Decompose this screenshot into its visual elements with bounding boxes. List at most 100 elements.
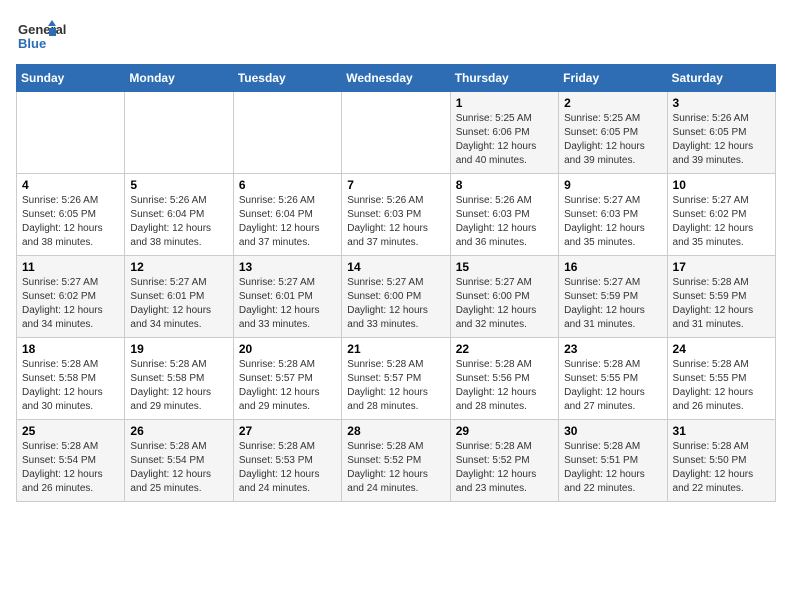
- calendar-cell: 19 Sunrise: 5:28 AMSunset: 5:58 PMDayligh…: [125, 338, 233, 420]
- weekday-header-sunday: Sunday: [17, 65, 125, 92]
- calendar-cell: 31Sunrise: 5:28 AMSunset: 5:50 PMDayligh…: [667, 420, 775, 502]
- calendar-cell: 16 Sunrise: 5:27 AMSunset: 5:59 PMDayligh…: [559, 256, 667, 338]
- day-info: Sunrise: 5:27 AMSunset: 6:01 PMDaylight:…: [239, 276, 336, 332]
- weekday-header-monday: Monday: [125, 65, 233, 92]
- day-info: Sunrise: 5:26 AMSunset: 6:03 PMDaylight:…: [347, 194, 444, 250]
- day-number: 24: [673, 342, 770, 356]
- day-number: 2: [564, 96, 661, 110]
- day-info: Sunrise: 5:26 AMSunset: 6:05 PMDaylight:…: [22, 194, 119, 250]
- day-number: 5: [130, 178, 227, 192]
- day-number: 9: [564, 178, 661, 192]
- weekday-header-friday: Friday: [559, 65, 667, 92]
- day-info: Sunrise: 5:28 AMSunset: 5:57 PMDaylight:…: [239, 358, 336, 414]
- svg-text:General: General: [18, 22, 66, 37]
- calendar-week-2: 4Sunrise: 5:26 AMSunset: 6:05 PMDaylight…: [17, 174, 776, 256]
- header: General Blue: [16, 16, 776, 56]
- calendar-cell: 8 Sunrise: 5:26 AMSunset: 6:03 PMDaylight…: [450, 174, 558, 256]
- calendar-cell: 27 Sunrise: 5:28 AMSunset: 5:53 PMDayligh…: [233, 420, 341, 502]
- calendar-cell: 14 Sunrise: 5:27 AMSunset: 6:00 PMDayligh…: [342, 256, 450, 338]
- day-info: Sunrise: 5:27 AMSunset: 5:59 PMDaylight:…: [564, 276, 661, 332]
- calendar-cell: 24 Sunrise: 5:28 AMSunset: 5:55 PMDayligh…: [667, 338, 775, 420]
- day-info: Sunrise: 5:27 AMSunset: 6:00 PMDaylight:…: [456, 276, 553, 332]
- day-number: 3: [673, 96, 770, 110]
- day-number: 6: [239, 178, 336, 192]
- day-number: 10: [673, 178, 770, 192]
- day-info: Sunrise: 5:28 AMSunset: 5:51 PMDaylight:…: [564, 440, 661, 496]
- day-info: Sunrise: 5:28 AMSunset: 5:57 PMDaylight:…: [347, 358, 444, 414]
- logo-icon: General Blue: [16, 16, 96, 56]
- calendar-cell: 21Sunrise: 5:28 AMSunset: 5:57 PMDayligh…: [342, 338, 450, 420]
- day-number: 23: [564, 342, 661, 356]
- day-number: 26: [130, 424, 227, 438]
- calendar-cell: [125, 92, 233, 174]
- day-info: Sunrise: 5:26 AMSunset: 6:03 PMDaylight:…: [456, 194, 553, 250]
- weekday-header-wednesday: Wednesday: [342, 65, 450, 92]
- calendar-cell: 20 Sunrise: 5:28 AMSunset: 5:57 PMDayligh…: [233, 338, 341, 420]
- calendar-cell: [342, 92, 450, 174]
- calendar-cell: 26 Sunrise: 5:28 AMSunset: 5:54 PMDayligh…: [125, 420, 233, 502]
- calendar-cell: 10 Sunrise: 5:27 AMSunset: 6:02 PMDayligh…: [667, 174, 775, 256]
- calendar-week-5: 25 Sunrise: 5:28 AMSunset: 5:54 PMDayligh…: [17, 420, 776, 502]
- day-number: 18: [22, 342, 119, 356]
- calendar-cell: 29 Sunrise: 5:28 AMSunset: 5:52 PMDayligh…: [450, 420, 558, 502]
- day-number: 27: [239, 424, 336, 438]
- calendar-cell: 5Sunrise: 5:26 AMSunset: 6:04 PMDaylight…: [125, 174, 233, 256]
- day-info: Sunrise: 5:28 AMSunset: 5:53 PMDaylight:…: [239, 440, 336, 496]
- weekday-header-tuesday: Tuesday: [233, 65, 341, 92]
- weekday-header-row: SundayMondayTuesdayWednesdayThursdayFrid…: [17, 65, 776, 92]
- weekday-header-saturday: Saturday: [667, 65, 775, 92]
- calendar-cell: 13 Sunrise: 5:27 AMSunset: 6:01 PMDayligh…: [233, 256, 341, 338]
- day-info: Sunrise: 5:27 AMSunset: 6:02 PMDaylight:…: [673, 194, 770, 250]
- day-info: Sunrise: 5:25 AMSunset: 6:05 PMDaylight:…: [564, 112, 661, 168]
- calendar-cell: 9 Sunrise: 5:27 AMSunset: 6:03 PMDaylight…: [559, 174, 667, 256]
- calendar-cell: 18 Sunrise: 5:28 AMSunset: 5:58 PMDayligh…: [17, 338, 125, 420]
- day-number: 22: [456, 342, 553, 356]
- calendar-week-4: 18 Sunrise: 5:28 AMSunset: 5:58 PMDayligh…: [17, 338, 776, 420]
- day-info: Sunrise: 5:28 AMSunset: 5:52 PMDaylight:…: [456, 440, 553, 496]
- day-number: 13: [239, 260, 336, 274]
- day-info: Sunrise: 5:26 AMSunset: 6:04 PMDaylight:…: [239, 194, 336, 250]
- calendar-cell: 7 Sunrise: 5:26 AMSunset: 6:03 PMDaylight…: [342, 174, 450, 256]
- calendar-cell: 30 Sunrise: 5:28 AMSunset: 5:51 PMDayligh…: [559, 420, 667, 502]
- calendar-cell: 25 Sunrise: 5:28 AMSunset: 5:54 PMDayligh…: [17, 420, 125, 502]
- day-number: 31: [673, 424, 770, 438]
- day-info: Sunrise: 5:27 AMSunset: 6:00 PMDaylight:…: [347, 276, 444, 332]
- day-info: Sunrise: 5:28 AMSunset: 5:54 PMDaylight:…: [22, 440, 119, 496]
- day-info: Sunrise: 5:28 AMSunset: 5:59 PMDaylight:…: [673, 276, 770, 332]
- day-info: Sunrise: 5:28 AMSunset: 5:54 PMDaylight:…: [130, 440, 227, 496]
- day-info: Sunrise: 5:27 AMSunset: 6:03 PMDaylight:…: [564, 194, 661, 250]
- day-info: Sunrise: 5:28 AMSunset: 5:58 PMDaylight:…: [22, 358, 119, 414]
- day-number: 29: [456, 424, 553, 438]
- day-number: 1: [456, 96, 553, 110]
- day-number: 17: [673, 260, 770, 274]
- calendar-week-1: 1 Sunrise: 5:25 AMSunset: 6:06 PMDaylight…: [17, 92, 776, 174]
- day-number: 25: [22, 424, 119, 438]
- day-info: Sunrise: 5:28 AMSunset: 5:58 PMDaylight:…: [130, 358, 227, 414]
- day-number: 30: [564, 424, 661, 438]
- day-info: Sunrise: 5:25 AMSunset: 6:06 PMDaylight:…: [456, 112, 553, 168]
- calendar-cell: 15 Sunrise: 5:27 AMSunset: 6:00 PMDayligh…: [450, 256, 558, 338]
- day-info: Sunrise: 5:27 AMSunset: 6:02 PMDaylight:…: [22, 276, 119, 332]
- calendar-cell: 12Sunrise: 5:27 AMSunset: 6:01 PMDayligh…: [125, 256, 233, 338]
- calendar-cell: 1 Sunrise: 5:25 AMSunset: 6:06 PMDaylight…: [450, 92, 558, 174]
- day-number: 15: [456, 260, 553, 274]
- day-number: 11: [22, 260, 119, 274]
- day-number: 28: [347, 424, 444, 438]
- calendar-cell: [233, 92, 341, 174]
- day-number: 20: [239, 342, 336, 356]
- day-info: Sunrise: 5:28 AMSunset: 5:52 PMDaylight:…: [347, 440, 444, 496]
- day-number: 7: [347, 178, 444, 192]
- svg-text:Blue: Blue: [18, 36, 46, 51]
- day-info: Sunrise: 5:26 AMSunset: 6:05 PMDaylight:…: [673, 112, 770, 168]
- day-number: 16: [564, 260, 661, 274]
- calendar-cell: 6 Sunrise: 5:26 AMSunset: 6:04 PMDaylight…: [233, 174, 341, 256]
- calendar-cell: 2 Sunrise: 5:25 AMSunset: 6:05 PMDaylight…: [559, 92, 667, 174]
- calendar-week-3: 11 Sunrise: 5:27 AMSunset: 6:02 PMDayligh…: [17, 256, 776, 338]
- day-number: 14: [347, 260, 444, 274]
- day-info: Sunrise: 5:28 AMSunset: 5:55 PMDaylight:…: [673, 358, 770, 414]
- day-number: 19: [130, 342, 227, 356]
- logo: General Blue: [16, 16, 100, 56]
- day-info: Sunrise: 5:28 AMSunset: 5:55 PMDaylight:…: [564, 358, 661, 414]
- day-number: 8: [456, 178, 553, 192]
- day-number: 12: [130, 260, 227, 274]
